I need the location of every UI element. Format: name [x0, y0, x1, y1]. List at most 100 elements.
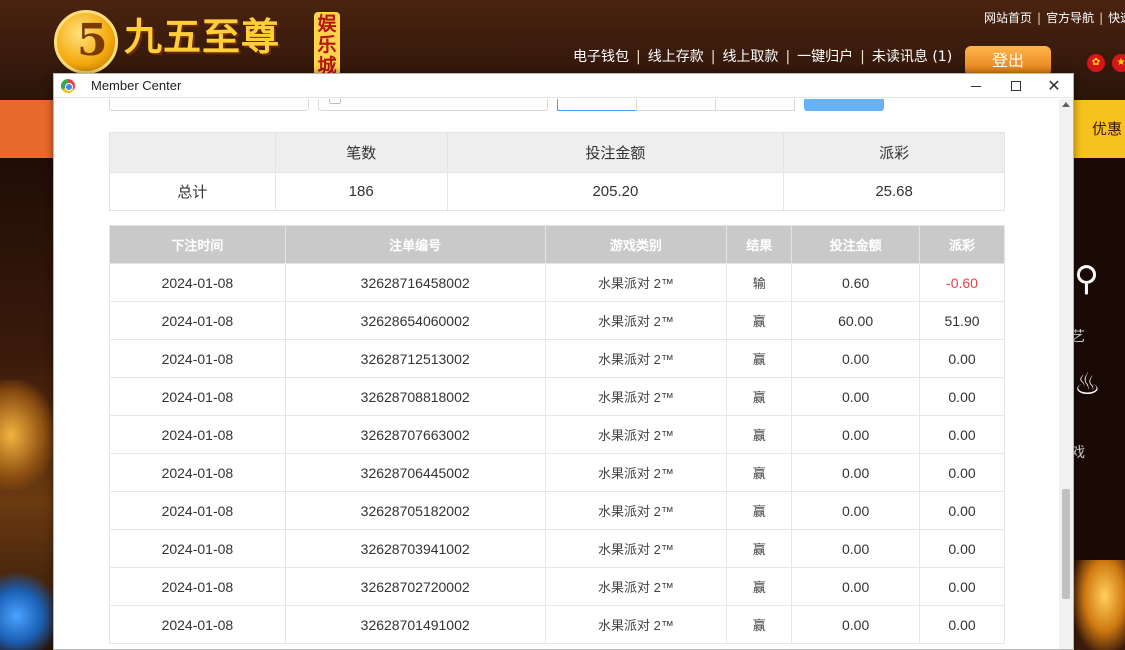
- link-deposit[interactable]: 线上存款: [648, 49, 704, 65]
- cell-time: 2024-01-08: [109, 377, 286, 416]
- col-header-time[interactable]: 下注时间: [109, 225, 286, 264]
- cell-order-id: 32628705182002: [284, 491, 546, 530]
- cell-bet: 0.00: [791, 377, 921, 416]
- table-row: 2024-01-08 32628702720002 水果派对 2™ 赢 0.00 0.00: [109, 567, 1005, 606]
- bet-records-table: 下注时间 注单编号 游戏类别 结果 投注金额 派彩 2024-01-08 3262…: [109, 225, 1005, 644]
- top-link-quick[interactable]: 快速: [1108, 11, 1125, 25]
- cell-bet: 0.00: [791, 567, 921, 606]
- summary-total-label: 总计: [109, 172, 276, 211]
- cell-game-type: 水果派对 2™: [544, 567, 728, 606]
- game-icon[interactable]: ♨: [1074, 370, 1101, 400]
- top-link-nav[interactable]: 官方导航: [1046, 11, 1094, 25]
- link-messages[interactable]: 未读讯息 (1): [872, 49, 952, 65]
- link-withdraw[interactable]: 线上取款: [722, 49, 778, 65]
- col-header-bet[interactable]: 投注金额: [791, 225, 921, 264]
- col-header-id[interactable]: 注单编号: [284, 225, 546, 264]
- separator: |: [636, 49, 641, 65]
- cn-flag-icon[interactable]: ★: [1112, 54, 1125, 72]
- summary-total-payout: 25.68: [783, 172, 1005, 211]
- minimize-icon: [971, 85, 981, 87]
- col-header-type[interactable]: 游戏类别: [544, 225, 728, 264]
- logout-button[interactable]: 登出: [965, 46, 1051, 76]
- cell-order-id: 32628708818002: [284, 377, 546, 416]
- cell-payout: 0.00: [919, 415, 1005, 454]
- col-header-result[interactable]: 结果: [726, 225, 793, 264]
- cell-bet: 0.00: [791, 529, 921, 568]
- cell-result: 赢: [726, 339, 793, 378]
- chrome-icon: [61, 79, 75, 93]
- range-option-3[interactable]: [715, 99, 795, 111]
- table-row: 2024-01-08 32628716458002 水果派对 2™ 输 0.60 -0.6…: [109, 263, 1005, 302]
- cell-payout: 0.00: [919, 377, 1005, 416]
- cell-game-type: 水果派对 2™: [544, 491, 728, 530]
- table-row: 2024-01-08 32628654060002 水果派对 2™ 赢 60.00 51.…: [109, 301, 1005, 340]
- summary-total-row: 总计 186 205.20 25.68: [109, 172, 1005, 211]
- table-row: 2024-01-08 32628712513002 水果派对 2™ 赢 0.00 0.00: [109, 339, 1005, 378]
- range-option-2[interactable]: [636, 99, 716, 111]
- cell-time: 2024-01-08: [109, 263, 286, 302]
- joystick-icon[interactable]: ⚲: [1074, 262, 1099, 312]
- cell-game-type: 水果派对 2™: [544, 529, 728, 568]
- cell-result: 赢: [726, 605, 793, 644]
- top-links: 网站首页 | 官方导航 | 快速: [984, 9, 1125, 26]
- cell-order-id: 32628712513002: [284, 339, 546, 378]
- cell-result: 赢: [726, 567, 793, 606]
- link-transfer[interactable]: 一键归户: [797, 49, 853, 65]
- cell-order-id: 32628706445002: [284, 453, 546, 492]
- scroll-up-arrow-icon[interactable]: [1062, 102, 1070, 107]
- window-titlebar[interactable]: Member Center ✕: [54, 74, 1073, 98]
- window-title: Member Center: [91, 78, 182, 93]
- table-row: 2024-01-08 32628706445002 水果派对 2™ 赢 0.00 0.00: [109, 453, 1005, 492]
- separator: |: [860, 49, 865, 65]
- cell-payout: 0.00: [919, 339, 1005, 378]
- vertical-scrollbar[interactable]: [1059, 99, 1073, 649]
- background-art-ball: [0, 565, 55, 650]
- separator: |: [1037, 11, 1042, 25]
- cell-payout: 51.90: [919, 301, 1005, 340]
- summary-total-count: 186: [274, 172, 448, 211]
- cell-result: 赢: [726, 301, 793, 340]
- cell-result: 赢: [726, 491, 793, 530]
- promo-tab[interactable]: 优惠: [1074, 100, 1125, 158]
- close-button[interactable]: ✕: [1034, 74, 1073, 98]
- cell-time: 2024-01-08: [109, 415, 286, 454]
- separator: |: [1099, 11, 1104, 25]
- window-content: 笔数 投注金额 派彩 总计 186 205.20 25.68 下注时间 注单编号…: [54, 99, 1058, 649]
- cell-game-type: 水果派对 2™: [544, 453, 728, 492]
- filter-checkbox[interactable]: [329, 99, 341, 104]
- cell-order-id: 32628703941002: [284, 529, 546, 568]
- date-end-input[interactable]: [318, 99, 548, 111]
- date-start-input[interactable]: [109, 99, 309, 111]
- cell-payout: 0.00: [919, 567, 1005, 606]
- cell-order-id: 32628701491002: [284, 605, 546, 644]
- table-row: 2024-01-08 32628705182002 水果派对 2™ 赢 0.00 0.00: [109, 491, 1005, 530]
- maximize-button[interactable]: [996, 74, 1036, 98]
- cell-payout: 0.00: [919, 529, 1005, 568]
- range-option-1[interactable]: [557, 99, 637, 111]
- search-button[interactable]: [804, 99, 884, 111]
- cell-game-type: 水果派对 2™: [544, 263, 728, 302]
- top-link-home[interactable]: 网站首页: [984, 11, 1032, 25]
- cell-order-id: 32628654060002: [284, 301, 546, 340]
- summary-total-bet: 205.20: [446, 172, 785, 211]
- cell-bet: 60.00: [791, 301, 921, 340]
- hk-flag-icon[interactable]: ✿: [1087, 54, 1105, 72]
- records-body: 2024-01-08 32628716458002 水果派对 2™ 输 0.60 -0.6…: [109, 263, 1005, 644]
- cell-result: 赢: [726, 453, 793, 492]
- logo-digit: 5: [77, 15, 108, 66]
- cell-result: 输: [726, 263, 793, 302]
- scrollbar-thumb[interactable]: [1062, 489, 1070, 599]
- link-wallet[interactable]: 电子钱包: [573, 49, 629, 65]
- cell-time: 2024-01-08: [109, 529, 286, 568]
- cell-payout: 0.00: [919, 491, 1005, 530]
- site-logo-emblem[interactable]: 5: [54, 10, 118, 74]
- site-logo-text[interactable]: 九五至尊: [124, 18, 280, 56]
- table-row: 2024-01-08 32628701491002 水果派对 2™ 赢 0.00 0.00: [109, 605, 1005, 644]
- minimize-button[interactable]: [956, 74, 996, 98]
- cell-bet: 0.00: [791, 605, 921, 644]
- summary-table: 笔数 投注金额 派彩 总计 186 205.20 25.68: [109, 132, 1005, 211]
- cell-payout: 0.00: [919, 453, 1005, 492]
- cell-time: 2024-01-08: [109, 605, 286, 644]
- col-header-payout[interactable]: 派彩: [919, 225, 1005, 264]
- cell-time: 2024-01-08: [109, 301, 286, 340]
